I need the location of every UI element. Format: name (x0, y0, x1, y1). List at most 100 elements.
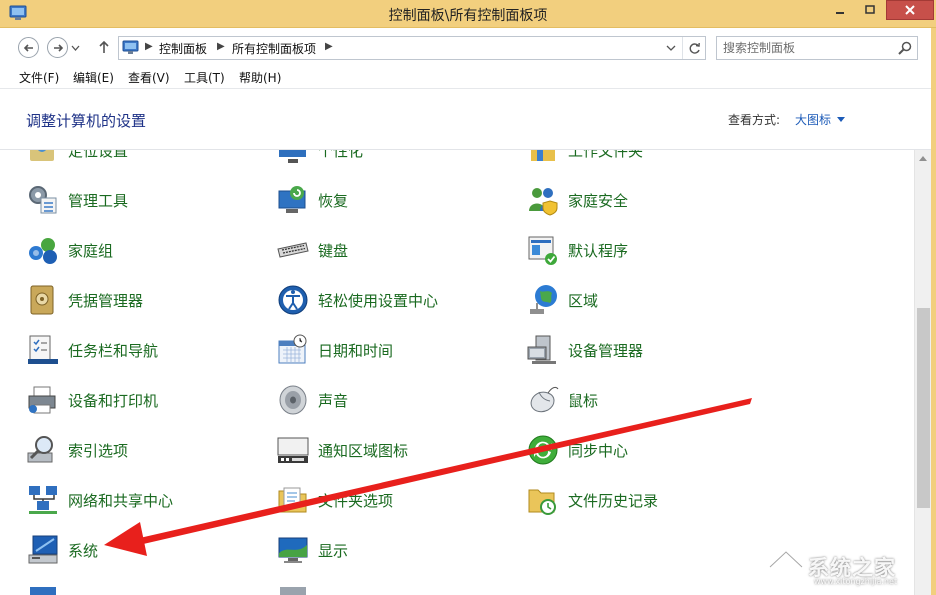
item-homegroup[interactable]: 家庭组 (26, 230, 113, 270)
system-icon (28, 535, 58, 564)
view-by-label: 查看方式: (728, 113, 781, 127)
item-row9-col1[interactable] (276, 580, 310, 595)
app-icon (30, 587, 56, 595)
control-panel-items: 定位设置 个性化 工作文件夹 管理工具 恢复 家庭安全 家庭组 键盘 默认程序 … (0, 150, 914, 595)
item-ease-of-access[interactable]: 轻松使用设置中心 (276, 280, 438, 320)
control-panel-icon (122, 40, 139, 54)
window-border (931, 28, 936, 595)
credential-manager-icon (30, 285, 54, 315)
address-bar[interactable]: ▶ 控制面板 ▶ 所有控制面板项 ▶ (118, 36, 706, 60)
personalization-icon (279, 150, 306, 163)
item-notification-area-icons[interactable]: 通知区域图标 (276, 430, 408, 470)
item-taskbar-navigation[interactable]: 任务栏和导航 (26, 330, 158, 370)
forward-button[interactable] (47, 37, 68, 58)
item-default-programs[interactable]: 默认程序 (526, 230, 628, 270)
device-manager-icon (527, 335, 556, 364)
work-folders-icon (531, 150, 555, 161)
item-credential-manager[interactable]: 凭据管理器 (26, 280, 143, 320)
speaker-icon (279, 385, 307, 415)
display-icon (278, 537, 308, 563)
breadcrumb-control-panel[interactable]: 控制面板 (159, 40, 207, 57)
content-header: 调整计算机的设置 查看方式: 大图标 (0, 88, 936, 150)
ease-of-access-icon (278, 285, 308, 315)
address-row: ▶ 控制面板 ▶ 所有控制面板项 ▶ (0, 28, 936, 66)
menu-help[interactable]: 帮助(H) (239, 69, 281, 86)
item-folder-options[interactable]: 文件夹选项 (276, 480, 393, 520)
vertical-scrollbar[interactable] (914, 150, 931, 595)
recent-locations-icon[interactable] (71, 45, 80, 51)
app-icon (280, 587, 306, 595)
breadcrumb-separator-icon[interactable]: ▶ (145, 41, 153, 52)
minimize-button[interactable] (826, 0, 854, 20)
close-button[interactable] (886, 0, 934, 20)
menu-tools[interactable]: 工具(T) (184, 69, 225, 86)
menu-view[interactable]: 查看(V) (128, 69, 170, 86)
item-recovery[interactable]: 恢复 (276, 180, 348, 220)
up-button[interactable] (95, 37, 113, 57)
menu-file[interactable]: 文件(F) (19, 69, 59, 86)
item-network-sharing-center[interactable]: 网络和共享中心 (26, 480, 173, 520)
item-device-manager[interactable]: 设备管理器 (526, 330, 643, 370)
refresh-button[interactable] (682, 37, 706, 59)
indexing-options-icon (27, 436, 53, 463)
arrow-right-icon (53, 43, 63, 52)
arrow-up-icon (99, 40, 109, 53)
item-mouse[interactable]: 鼠标 (526, 380, 598, 420)
item-family-safety[interactable]: 家庭安全 (526, 180, 628, 220)
breadcrumb-separator-icon[interactable]: ▶ (217, 41, 225, 52)
item-sync-center[interactable]: 同步中心 (526, 430, 628, 470)
item-system[interactable]: 系统 (26, 530, 98, 570)
item-indexing-options[interactable]: 索引选项 (26, 430, 128, 470)
item-keyboard[interactable]: 键盘 (276, 230, 348, 270)
search-icon[interactable] (897, 40, 913, 56)
printer-icon (28, 386, 56, 414)
item-devices-printers[interactable]: 设备和打印机 (26, 380, 158, 420)
page-title: 调整计算机的设置 (26, 112, 147, 130)
back-button[interactable] (18, 37, 39, 58)
item-row9-col0[interactable] (26, 580, 60, 595)
window-title: 控制面板\所有控制面板项 (388, 8, 548, 24)
maximize-button[interactable] (856, 0, 884, 20)
item-sound[interactable]: 声音 (276, 380, 348, 420)
item-work-folders[interactable]: 工作文件夹 (526, 150, 643, 170)
search-box[interactable] (716, 36, 918, 60)
item-personalization[interactable]: 个性化 (276, 150, 363, 170)
item-location-settings[interactable]: 定位设置 (26, 150, 128, 170)
default-programs-icon (528, 236, 557, 265)
breadcrumb-all-items[interactable]: 所有控制面板项 (232, 40, 316, 57)
homegroup-icon (29, 238, 57, 264)
breadcrumb-separator-icon[interactable]: ▶ (325, 41, 333, 52)
item-administrative-tools[interactable]: 管理工具 (26, 180, 128, 220)
search-input[interactable] (723, 39, 893, 57)
menu-bar: 文件(F) 编辑(E) 查看(V) 工具(T) 帮助(H) (0, 66, 936, 88)
chevron-down-icon (666, 45, 676, 51)
watermark-url: www.xitongzhijia.net (814, 577, 898, 586)
calendar-clock-icon (278, 334, 307, 364)
item-region[interactable]: 区域 (526, 280, 598, 320)
item-date-time[interactable]: 日期和时间 (276, 330, 393, 370)
region-icon (530, 285, 557, 314)
refresh-icon (689, 42, 700, 54)
menu-edit[interactable]: 编辑(E) (73, 69, 114, 86)
close-icon (905, 5, 915, 15)
item-file-history[interactable]: 文件历史记录 (526, 480, 658, 520)
item-display[interactable]: 显示 (276, 530, 348, 570)
scroll-up-arrow-icon[interactable] (919, 156, 927, 161)
network-sharing-icon (29, 486, 57, 514)
keyboard-icon (277, 242, 309, 258)
taskbar-navigation-icon (28, 335, 58, 364)
notification-area-icon (277, 437, 309, 463)
address-dropdown-button[interactable] (662, 38, 680, 58)
administrative-tools-icon (29, 186, 57, 214)
caret-down-icon[interactable] (837, 117, 845, 122)
minimize-icon (836, 12, 844, 14)
scrollbar-thumb[interactable] (917, 308, 930, 508)
family-safety-icon (529, 188, 558, 216)
folder-options-icon (278, 487, 307, 513)
arrow-left-icon (23, 43, 33, 52)
house-logo-icon (768, 549, 804, 584)
sync-center-icon (528, 435, 558, 465)
mouse-icon (530, 386, 559, 413)
view-by-dropdown[interactable]: 大图标 (795, 111, 831, 128)
file-history-icon (528, 489, 556, 515)
